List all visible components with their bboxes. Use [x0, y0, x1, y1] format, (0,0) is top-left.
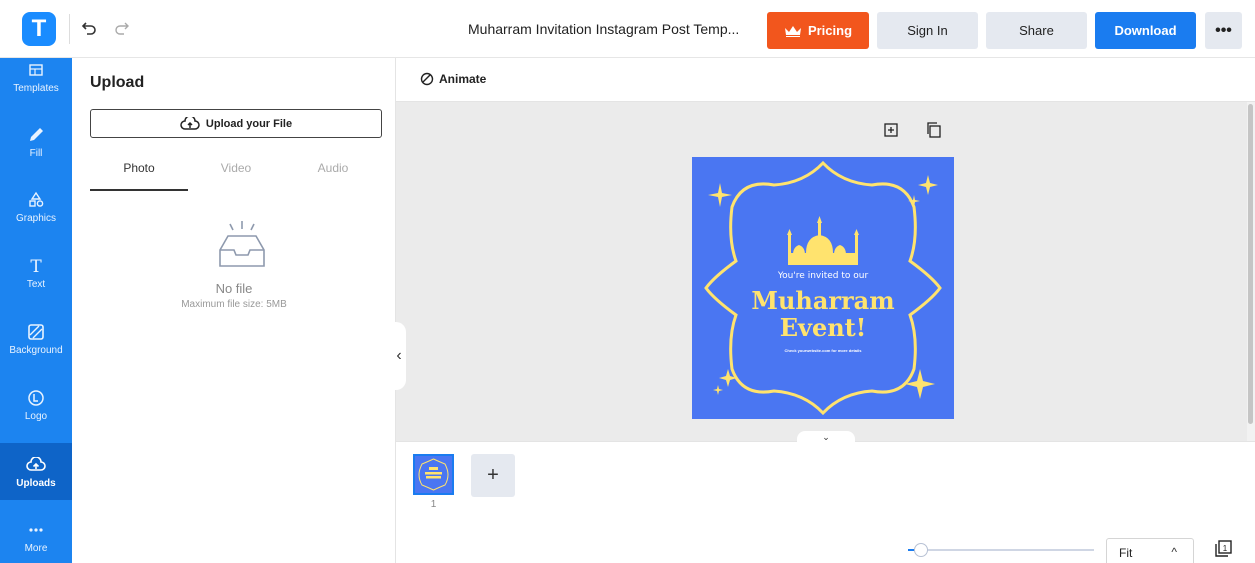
- animate-label: Animate: [439, 72, 487, 86]
- add-page-button[interactable]: +: [471, 454, 515, 497]
- editor-app: T Muharram Invitation Instagram Post Tem…: [0, 0, 1255, 563]
- sidebar: Templates Fill Graphics T Text Backgroun…: [0, 58, 72, 563]
- sign-in-button[interactable]: Sign In: [877, 12, 978, 49]
- collapse-panel-button[interactable]: ‹: [392, 322, 406, 390]
- thumbnail-artwork: [418, 458, 449, 491]
- cloud-upload-icon: [26, 455, 46, 475]
- expand-strip-button[interactable]: ⌄: [797, 431, 855, 443]
- download-button[interactable]: Download: [1095, 12, 1196, 49]
- share-button[interactable]: Share: [986, 12, 1087, 49]
- upload-file-button[interactable]: Upload your File: [90, 109, 382, 138]
- sidebar-item-text[interactable]: T Text: [0, 256, 72, 296]
- templates-icon: [26, 60, 46, 80]
- design-footer-text[interactable]: Check yourwebsite.com for more details: [692, 348, 954, 353]
- pricing-button[interactable]: Pricing: [767, 12, 869, 49]
- sidebar-item-label: Background: [9, 345, 63, 356]
- chevron-up-icon: ^: [1171, 545, 1177, 559]
- tab-video[interactable]: Video: [187, 161, 285, 191]
- sidebar-item-label: Fill: [29, 148, 43, 159]
- redo-icon[interactable]: [111, 17, 133, 39]
- tab-audio[interactable]: Audio: [284, 161, 382, 191]
- sidebar-item-label: Uploads: [16, 478, 56, 489]
- upload-file-label: Upload your File: [205, 117, 293, 130]
- crown-icon: [784, 25, 801, 37]
- design-invite-text[interactable]: You're invited to our: [692, 271, 954, 281]
- sidebar-item-label: Logo: [24, 411, 48, 422]
- page-number: 1: [430, 499, 437, 510]
- sidebar-item-label: Text: [26, 279, 46, 290]
- sidebar-item-uploads[interactable]: Uploads: [0, 443, 72, 500]
- scrollbar-thumb[interactable]: [1248, 104, 1253, 424]
- pencil-icon: [26, 125, 46, 145]
- add-page-icon[interactable]: [884, 123, 898, 137]
- sidebar-item-label: More: [24, 543, 48, 554]
- animate-button[interactable]: Animate: [420, 72, 486, 86]
- sidebar-item-logo[interactable]: Logo: [0, 388, 72, 428]
- zoom-slider[interactable]: [908, 549, 1094, 551]
- page-view-icon[interactable]: 1: [1214, 540, 1232, 558]
- background-icon: [26, 322, 46, 342]
- sidebar-item-graphics[interactable]: Graphics: [0, 190, 72, 230]
- design-headline-1[interactable]: Muharram: [692, 286, 954, 315]
- panel-title: Upload: [90, 74, 145, 91]
- document-title[interactable]: Muharram Invitation Instagram Post Temp.…: [468, 21, 739, 37]
- svg-text:1: 1: [1223, 544, 1228, 553]
- canvas-toolbar: Animate: [396, 58, 1255, 102]
- top-bar: T Muharram Invitation Instagram Post Tem…: [0, 0, 1255, 58]
- media-tabs: Photo Video Audio: [90, 161, 382, 191]
- empty-state-title: No file: [215, 281, 253, 296]
- undo-icon[interactable]: [78, 17, 100, 39]
- text-icon: T: [26, 256, 46, 276]
- divider: [69, 14, 70, 44]
- sidebar-item-label: Graphics: [15, 213, 56, 224]
- sidebar-item-more[interactable]: More: [0, 520, 72, 560]
- sidebar-item-background[interactable]: Background: [0, 322, 72, 362]
- vertical-scrollbar[interactable]: [1247, 102, 1255, 441]
- pricing-label: Pricing: [807, 23, 853, 38]
- upload-panel: Upload Upload your File Photo Video Audi…: [72, 58, 396, 563]
- design-canvas[interactable]: You're invited to our Muharram Event! Ch…: [692, 157, 954, 419]
- sidebar-item-label: Templates: [13, 83, 59, 94]
- page-thumbnail[interactable]: [413, 454, 454, 495]
- cloud-upload-icon: [180, 116, 200, 130]
- more-dots-icon: [26, 520, 46, 540]
- tab-photo[interactable]: Photo: [90, 161, 188, 191]
- empty-inbox-icon: [212, 218, 272, 274]
- duplicate-page-icon[interactable]: [926, 122, 942, 138]
- design-headline-2[interactable]: Event!: [692, 313, 954, 342]
- empty-state-subtitle: Maximum file size: 5MB: [181, 299, 287, 310]
- animate-icon: [420, 72, 434, 86]
- logo-icon: [26, 388, 46, 408]
- app-logo[interactable]: T: [22, 12, 56, 46]
- zoom-select[interactable]: Fit ^: [1106, 538, 1194, 563]
- more-options-button[interactable]: •••: [1205, 12, 1242, 49]
- sidebar-item-fill[interactable]: Fill: [0, 125, 72, 165]
- zoom-slider-handle[interactable]: [914, 543, 928, 557]
- zoom-level-label: Fit: [1119, 546, 1133, 560]
- sidebar-item-templates[interactable]: Templates: [0, 60, 72, 100]
- svg-text:T: T: [30, 257, 42, 275]
- shapes-icon: [26, 190, 46, 210]
